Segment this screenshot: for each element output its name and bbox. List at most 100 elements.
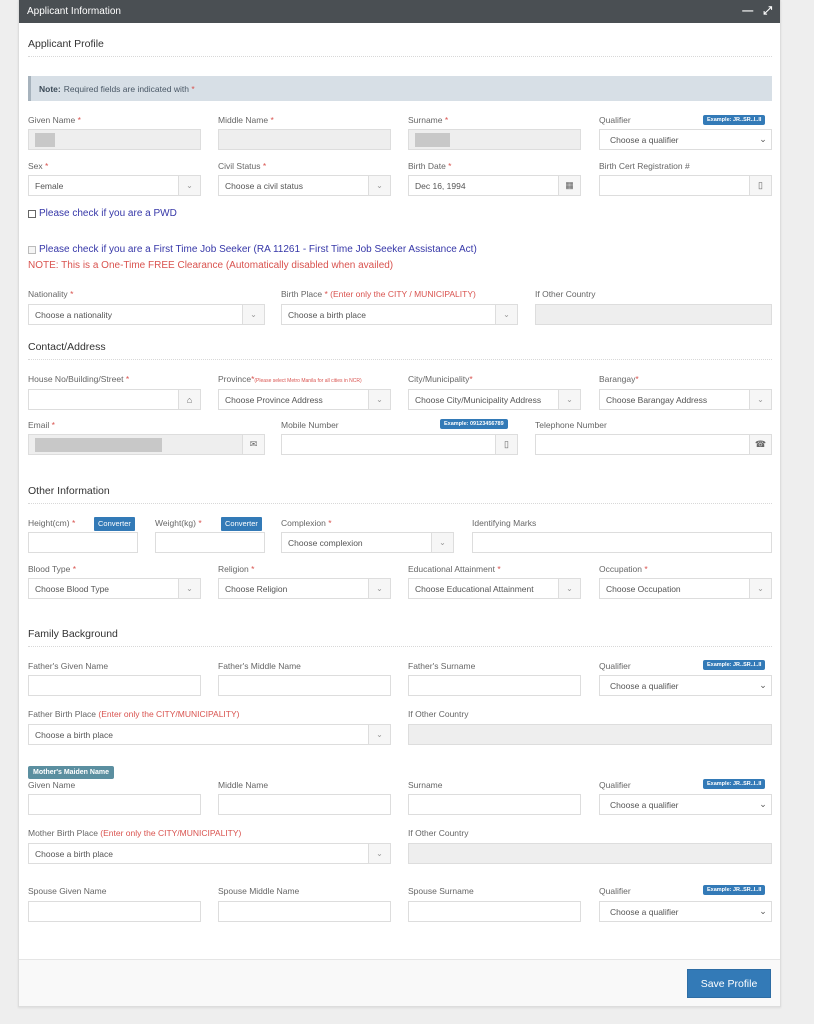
mother-surname-input[interactable] <box>408 794 581 815</box>
given-name-label: Given Name * <box>28 115 81 125</box>
pwd-checkbox[interactable] <box>28 209 36 218</box>
civil-status-label: Civil Status * <box>218 161 267 171</box>
father-surname-input[interactable] <box>408 675 581 696</box>
birth-date-input[interactable]: Dec 16, 1994 ▦ <box>408 175 581 196</box>
nationality-label: Nationality * <box>28 289 74 299</box>
envelope-icon: ✉ <box>242 435 264 454</box>
sex-select[interactable]: Female ⌄ <box>28 175 201 196</box>
education-select[interactable]: Choose Educational Attainment ⌄ <box>408 578 581 599</box>
mother-given-input[interactable] <box>28 794 201 815</box>
minus-icon[interactable]: — <box>742 6 753 17</box>
barangay-select[interactable]: Choose Barangay Address ⌄ <box>599 389 772 410</box>
mother-birth-place-select[interactable]: Choose a birth place ⌄ <box>28 843 391 864</box>
spouse-surname-input[interactable] <box>408 901 581 922</box>
civil-status-select[interactable]: Choose a civil status ⌄ <box>218 175 391 196</box>
qualifier-select[interactable]: Choose a qualifier ⌄ <box>599 129 772 150</box>
required-mark: * <box>191 83 195 94</box>
chevron-down-icon: ⌄ <box>376 584 383 593</box>
mobile-input[interactable]: ▯ <box>281 434 518 455</box>
sex-label: Sex * <box>28 161 49 171</box>
redacted-value <box>415 132 450 147</box>
mother-given-label: Given Name <box>28 780 76 790</box>
spouse-given-input[interactable] <box>28 901 201 922</box>
redacted-value <box>35 132 55 147</box>
middle-name-input[interactable] <box>218 129 391 150</box>
ftjs-note: NOTE: This is a One-Time FREE Clearance … <box>28 260 394 271</box>
email-input[interactable]: ✉ <box>28 434 265 455</box>
spouse-qualifier-select[interactable]: Choose a qualifier ⌄ <box>599 901 772 922</box>
chevron-down-icon: ⌄ <box>759 134 767 144</box>
spouse-qualifier-label: Qualifier <box>599 886 631 896</box>
middle-name-label: Middle Name * <box>218 115 274 125</box>
ftjs-checkbox-row[interactable]: Please check if you are a First Time Job… <box>28 244 477 255</box>
mother-qualifier-select[interactable]: Choose a qualifier ⌄ <box>599 794 772 815</box>
expand-icon[interactable]: ⤢ <box>763 6 772 17</box>
birth-cert-input[interactable]: ▯ <box>599 175 772 196</box>
mothers-maiden-name-tag: Mother's Maiden Name <box>28 766 114 779</box>
qualifier-example-badge: Example: JR..SR..I..II <box>703 115 766 125</box>
section-title-applicant-profile: Applicant Profile <box>28 38 104 50</box>
occupation-select[interactable]: Choose Occupation ⌄ <box>599 578 772 599</box>
mother-other-country-input[interactable] <box>408 843 772 864</box>
religion-select[interactable]: Choose Religion ⌄ <box>218 578 391 599</box>
chevron-down-icon: ⌄ <box>376 395 383 404</box>
father-middle-label: Father's Middle Name <box>218 661 301 671</box>
pwd-checkbox-label: Please check if you are a PWD <box>39 208 177 219</box>
birth-place-select[interactable]: Choose a birth place ⌄ <box>281 304 518 325</box>
complexion-select[interactable]: Choose complexion ⌄ <box>281 532 454 553</box>
note-bold: Note: <box>39 83 61 94</box>
birth-date-label: Birth Date * <box>408 161 452 171</box>
chevron-down-icon: ⌄ <box>757 395 764 404</box>
weight-converter-button[interactable]: Converter <box>221 517 262 531</box>
chevron-down-icon: ⌄ <box>759 680 767 690</box>
barangay-label: Barangay* <box>599 374 639 384</box>
qualifier-example-badge: Example: JR..SR..I..II <box>703 885 766 895</box>
birth-cert-label: Birth Cert Registration # <box>599 161 690 171</box>
mother-surname-label: Surname <box>408 780 443 790</box>
father-surname-label: Father's Surname <box>408 661 476 671</box>
identifying-marks-input[interactable] <box>472 532 772 553</box>
save-profile-button[interactable]: Save Profile <box>687 969 771 998</box>
blood-type-select[interactable]: Choose Blood Type ⌄ <box>28 578 201 599</box>
ftjs-checkbox[interactable] <box>28 245 36 254</box>
mother-middle-input[interactable] <box>218 794 391 815</box>
surname-label: Surname * <box>408 115 449 125</box>
spouse-middle-label: Spouse Middle Name <box>218 886 300 896</box>
house-input[interactable]: ⌂ <box>28 389 201 410</box>
spouse-middle-input[interactable] <box>218 901 391 922</box>
father-middle-input[interactable] <box>218 675 391 696</box>
calendar-icon[interactable]: ▦ <box>558 176 580 195</box>
height-input[interactable] <box>28 532 138 553</box>
chevron-down-icon: ⌄ <box>439 538 446 547</box>
province-select[interactable]: Choose Province Address ⌄ <box>218 389 391 410</box>
nationality-select[interactable]: Choose a nationality ⌄ <box>28 304 265 325</box>
other-country-input[interactable] <box>535 304 772 325</box>
complexion-label: Complexion * <box>281 518 332 528</box>
father-qualifier-select[interactable]: Choose a qualifier ⌄ <box>599 675 772 696</box>
chevron-down-icon: ⌄ <box>757 584 764 593</box>
pwd-checkbox-row[interactable]: Please check if you are a PWD <box>28 208 177 219</box>
chevron-down-icon: ⌄ <box>186 584 193 593</box>
surname-input[interactable] <box>408 129 581 150</box>
panel-title: Applicant Information <box>27 6 121 17</box>
father-given-input[interactable] <box>28 675 201 696</box>
father-birth-place-select[interactable]: Choose a birth place ⌄ <box>28 724 391 745</box>
city-select[interactable]: Choose City/Municipality Address ⌄ <box>408 389 581 410</box>
height-converter-button[interactable]: Converter <box>94 517 135 531</box>
chevron-down-icon: ⌄ <box>759 799 767 809</box>
house-label: House No/Building/Street * <box>28 374 130 384</box>
mother-birth-place-label: Mother Birth Place (Enter only the CITY/… <box>28 828 242 838</box>
given-name-input[interactable] <box>28 129 201 150</box>
book-icon: ▯ <box>749 176 771 195</box>
telephone-input[interactable]: ☎ <box>535 434 772 455</box>
section-title-contact-address: Contact/Address <box>28 341 106 353</box>
weight-label: Weight(kg) * <box>155 518 202 528</box>
city-label: City/Municipality* <box>408 374 473 384</box>
education-label: Educational Attainment * <box>408 564 501 574</box>
father-other-country-input[interactable] <box>408 724 772 745</box>
weight-input[interactable] <box>155 532 265 553</box>
chevron-down-icon: ⌄ <box>250 310 257 319</box>
note-text: Required fields are indicated with <box>63 83 189 94</box>
home-icon: ⌂ <box>178 390 200 409</box>
chevron-down-icon: ⌄ <box>566 395 573 404</box>
